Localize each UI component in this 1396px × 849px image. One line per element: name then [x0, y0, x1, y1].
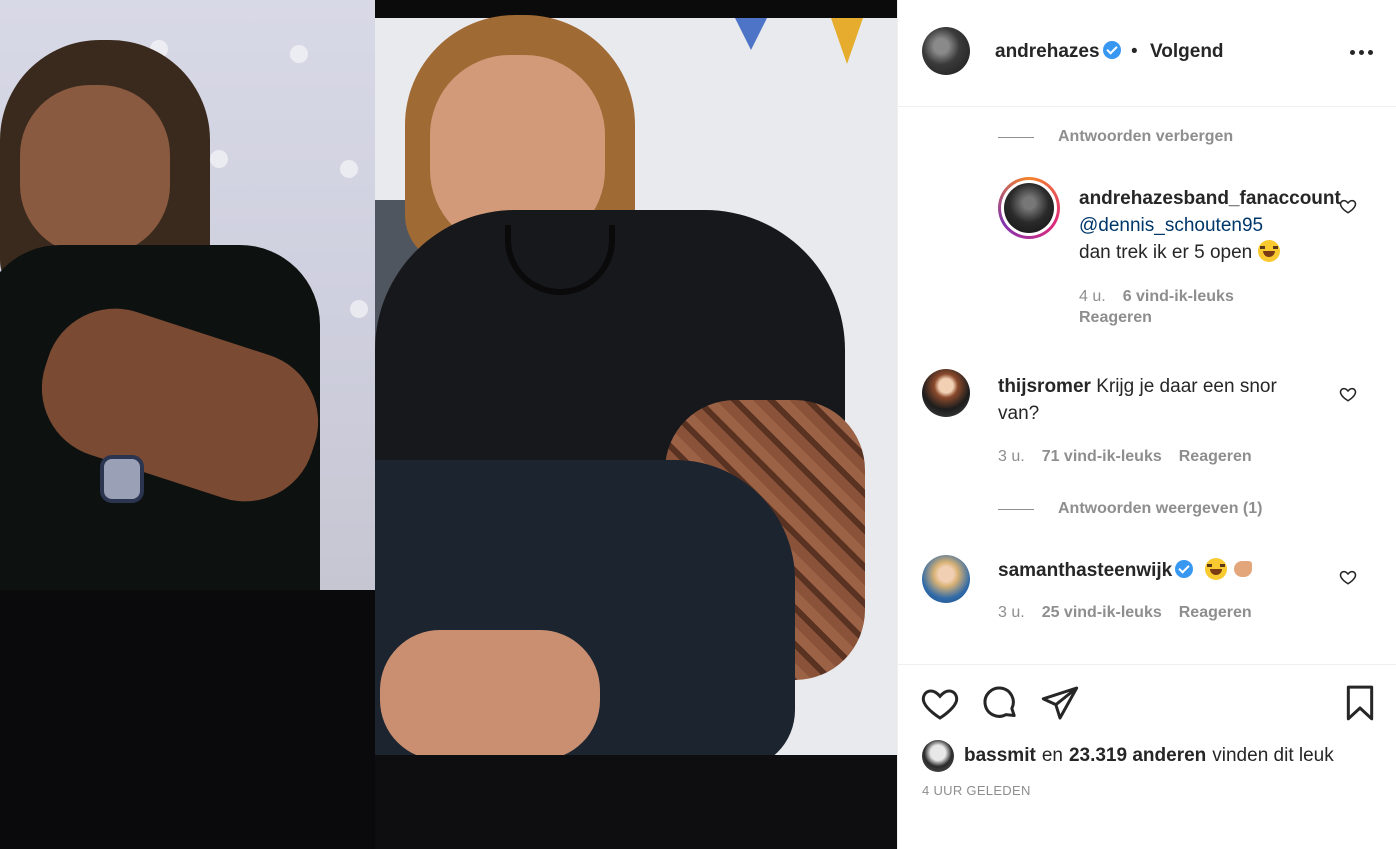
- more-options-icon[interactable]: [1346, 42, 1376, 62]
- reply-reply-button[interactable]: Reageren: [1079, 309, 1152, 327]
- reply-comment: andrehazesband_fanaccount @dennis_schout…: [1079, 185, 1354, 266]
- liker-username[interactable]: bassmit: [964, 745, 1036, 767]
- wall-button-decoration: [290, 45, 308, 63]
- comment-time[interactable]: 3 u.: [998, 604, 1025, 622]
- comment-likes-count[interactable]: 71 vind-ik-leuks: [1042, 448, 1162, 466]
- laughing-emoji-icon: [1204, 558, 1227, 580]
- comment-thijsromer: thijsromer Krijg je daar een snor van?: [998, 373, 1318, 427]
- post-modal: andrehazes • Volgend Antwoorden verberge…: [0, 0, 1396, 849]
- commenter-avatar[interactable]: [922, 369, 970, 417]
- reply-likes-count[interactable]: 6 vind-ik-leuks: [1123, 288, 1234, 306]
- bunting-flag-gold: [831, 18, 863, 64]
- bunting-flag-blue: [735, 18, 767, 50]
- reply-meta-row2: Reageren: [1079, 309, 1152, 327]
- post-media[interactable]: [0, 0, 897, 849]
- header-separator: •: [1131, 41, 1138, 62]
- wristwatch: [100, 455, 144, 503]
- wall-button-decoration: [350, 300, 368, 318]
- comment-username[interactable]: thijsromer: [998, 376, 1091, 397]
- post-sidebar: andrehazes • Volgend Antwoorden verberge…: [897, 0, 1396, 849]
- comment-like-heart-icon[interactable]: [1339, 568, 1357, 586]
- comment-body: samanthasteenwijk: [998, 557, 1318, 584]
- photo-before: [0, 0, 375, 849]
- comment-reply-button[interactable]: Reageren: [1179, 604, 1252, 622]
- reply-mention[interactable]: @dennis_schouten95: [1079, 215, 1263, 236]
- reply-like-heart-icon[interactable]: [1339, 197, 1357, 215]
- comment-meta: 3 u. 25 vind-ik-leuks Reageren: [998, 604, 1252, 622]
- author-username[interactable]: andrehazes: [995, 41, 1121, 63]
- comment-text-line2: van?: [998, 403, 1040, 424]
- comment-bubble-icon[interactable]: [980, 683, 1020, 723]
- author-avatar[interactable]: [922, 27, 970, 75]
- table: [375, 755, 897, 849]
- comment-reply-button[interactable]: Reageren: [1179, 448, 1252, 466]
- laughing-emoji-icon: [1257, 240, 1280, 262]
- comment-like-heart-icon[interactable]: [1339, 385, 1357, 403]
- photo-after: [375, 0, 897, 849]
- comment-username[interactable]: samanthasteenwijk: [998, 560, 1172, 581]
- person-face: [20, 85, 170, 255]
- divider-dash: [998, 136, 1034, 138]
- commenter-avatar[interactable]: [922, 555, 970, 603]
- verified-badge-icon: [1175, 560, 1194, 578]
- flexed-biceps-emoji-icon: [1232, 558, 1254, 580]
- bookmark-icon[interactable]: [1340, 683, 1380, 723]
- comment-samanthasteenwijk: samanthasteenwijk: [998, 557, 1318, 584]
- comment-text-line1: Krijg je daar een snor: [1096, 376, 1277, 397]
- likes-summary: bassmit en 23.319 anderen vinden dit leu…: [922, 740, 1334, 772]
- reply-body: andrehazesband_fanaccount @dennis_schout…: [1079, 185, 1354, 266]
- comment-likes-count[interactable]: 25 vind-ik-leuks: [1042, 604, 1162, 622]
- liker-avatar[interactable]: [922, 740, 954, 772]
- verified-badge-icon: [1102, 41, 1121, 59]
- likes-others-count[interactable]: 23.319 anderen: [1069, 745, 1206, 767]
- comment-time[interactable]: 3 u.: [998, 448, 1025, 466]
- show-replies-toggle[interactable]: Antwoorden weergeven (1): [998, 500, 1262, 518]
- post-actions: bassmit en 23.319 anderen vinden dit leu…: [898, 664, 1396, 849]
- reply-meta: 4 u. 6 vind-ik-leuks: [1079, 288, 1234, 306]
- hide-replies-toggle[interactable]: Antwoorden verbergen: [998, 128, 1233, 146]
- wall-button-decoration: [210, 150, 228, 168]
- follow-button[interactable]: Volgend: [1150, 41, 1224, 63]
- person-hand: [380, 630, 600, 760]
- comment-meta: 3 u. 71 vind-ik-leuks Reageren: [998, 448, 1252, 466]
- hide-replies-label[interactable]: Antwoorden verbergen: [1058, 128, 1233, 146]
- reply-author-avatar[interactable]: [998, 177, 1060, 239]
- reply-text: dan trek ik er 5 open: [1079, 242, 1253, 263]
- divider-dash: [998, 508, 1034, 510]
- reply-time[interactable]: 4 u.: [1079, 288, 1106, 306]
- heart-icon[interactable]: [920, 683, 960, 723]
- likes-suffix: vinden dit leuk: [1212, 745, 1334, 766]
- post-timestamp[interactable]: 4 UUR GELEDEN: [922, 783, 1031, 798]
- paper-plane-icon[interactable]: [1040, 683, 1080, 723]
- author-username-text[interactable]: andrehazes: [995, 41, 1100, 62]
- post-header: andrehazes • Volgend: [898, 0, 1396, 107]
- likes-and-word: en: [1041, 745, 1063, 766]
- comment-body: thijsromer Krijg je daar een snor van?: [998, 373, 1318, 427]
- show-replies-label[interactable]: Antwoorden weergeven (1): [1058, 500, 1262, 518]
- wall-button-decoration: [340, 160, 358, 178]
- person-legs: [0, 590, 375, 849]
- reply-username[interactable]: andrehazesband_fanaccount: [1079, 188, 1341, 209]
